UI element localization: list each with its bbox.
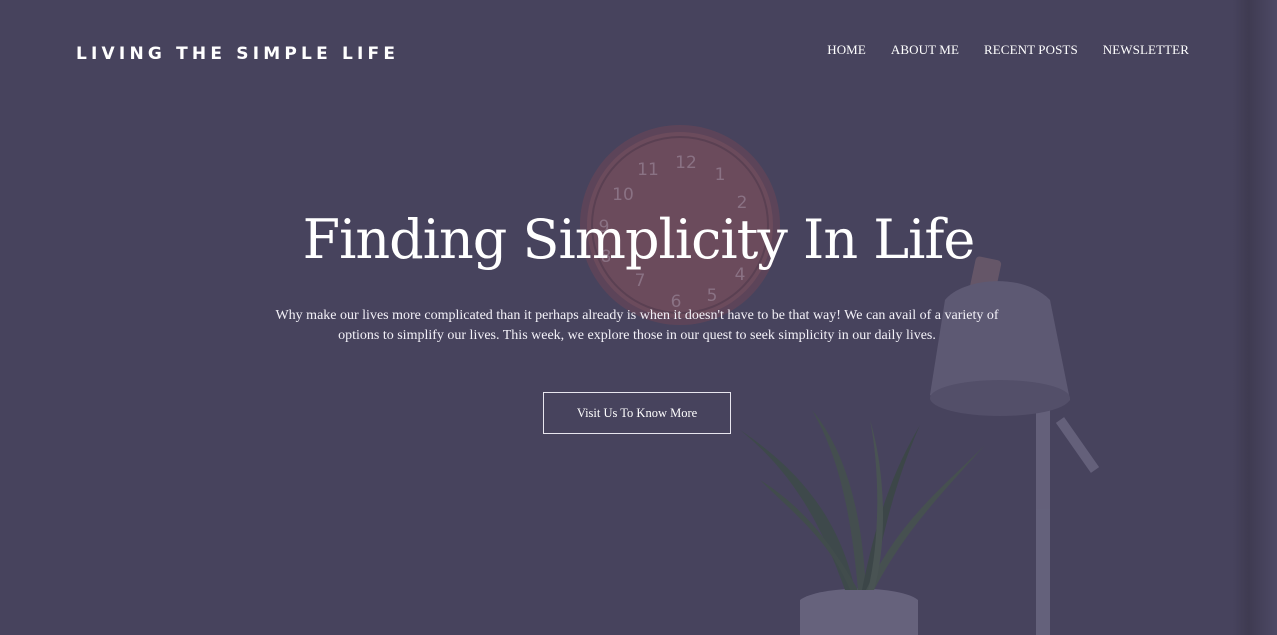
nav-item-newsletter[interactable]: NEWSLETTER xyxy=(1103,42,1189,58)
clock-numeral: 12 xyxy=(675,153,697,173)
visit-us-button[interactable]: Visit Us To Know More xyxy=(543,392,731,434)
clock-numeral: 10 xyxy=(612,185,634,205)
nav-item-recent-posts[interactable]: RECENT POSTS xyxy=(984,42,1078,58)
clock-numeral: 1 xyxy=(715,165,726,185)
nav-item-home[interactable]: HOME xyxy=(827,42,866,58)
site-title[interactable]: LIVING THE SIMPLE LIFE xyxy=(76,44,399,64)
clock-numeral: 7 xyxy=(635,271,646,291)
right-edge-shadow xyxy=(1233,0,1277,635)
main-nav: HOME ABOUT ME RECENT POSTS NEWSLETTER xyxy=(827,42,1189,58)
nav-item-about-me[interactable]: ABOUT ME xyxy=(891,42,959,58)
clock-numeral: 11 xyxy=(637,160,659,180)
hero-description: Why make our lives more complicated than… xyxy=(275,308,999,343)
hero-title: Finding Simplicity In Life xyxy=(302,208,976,271)
clock-numeral: 5 xyxy=(707,286,718,306)
